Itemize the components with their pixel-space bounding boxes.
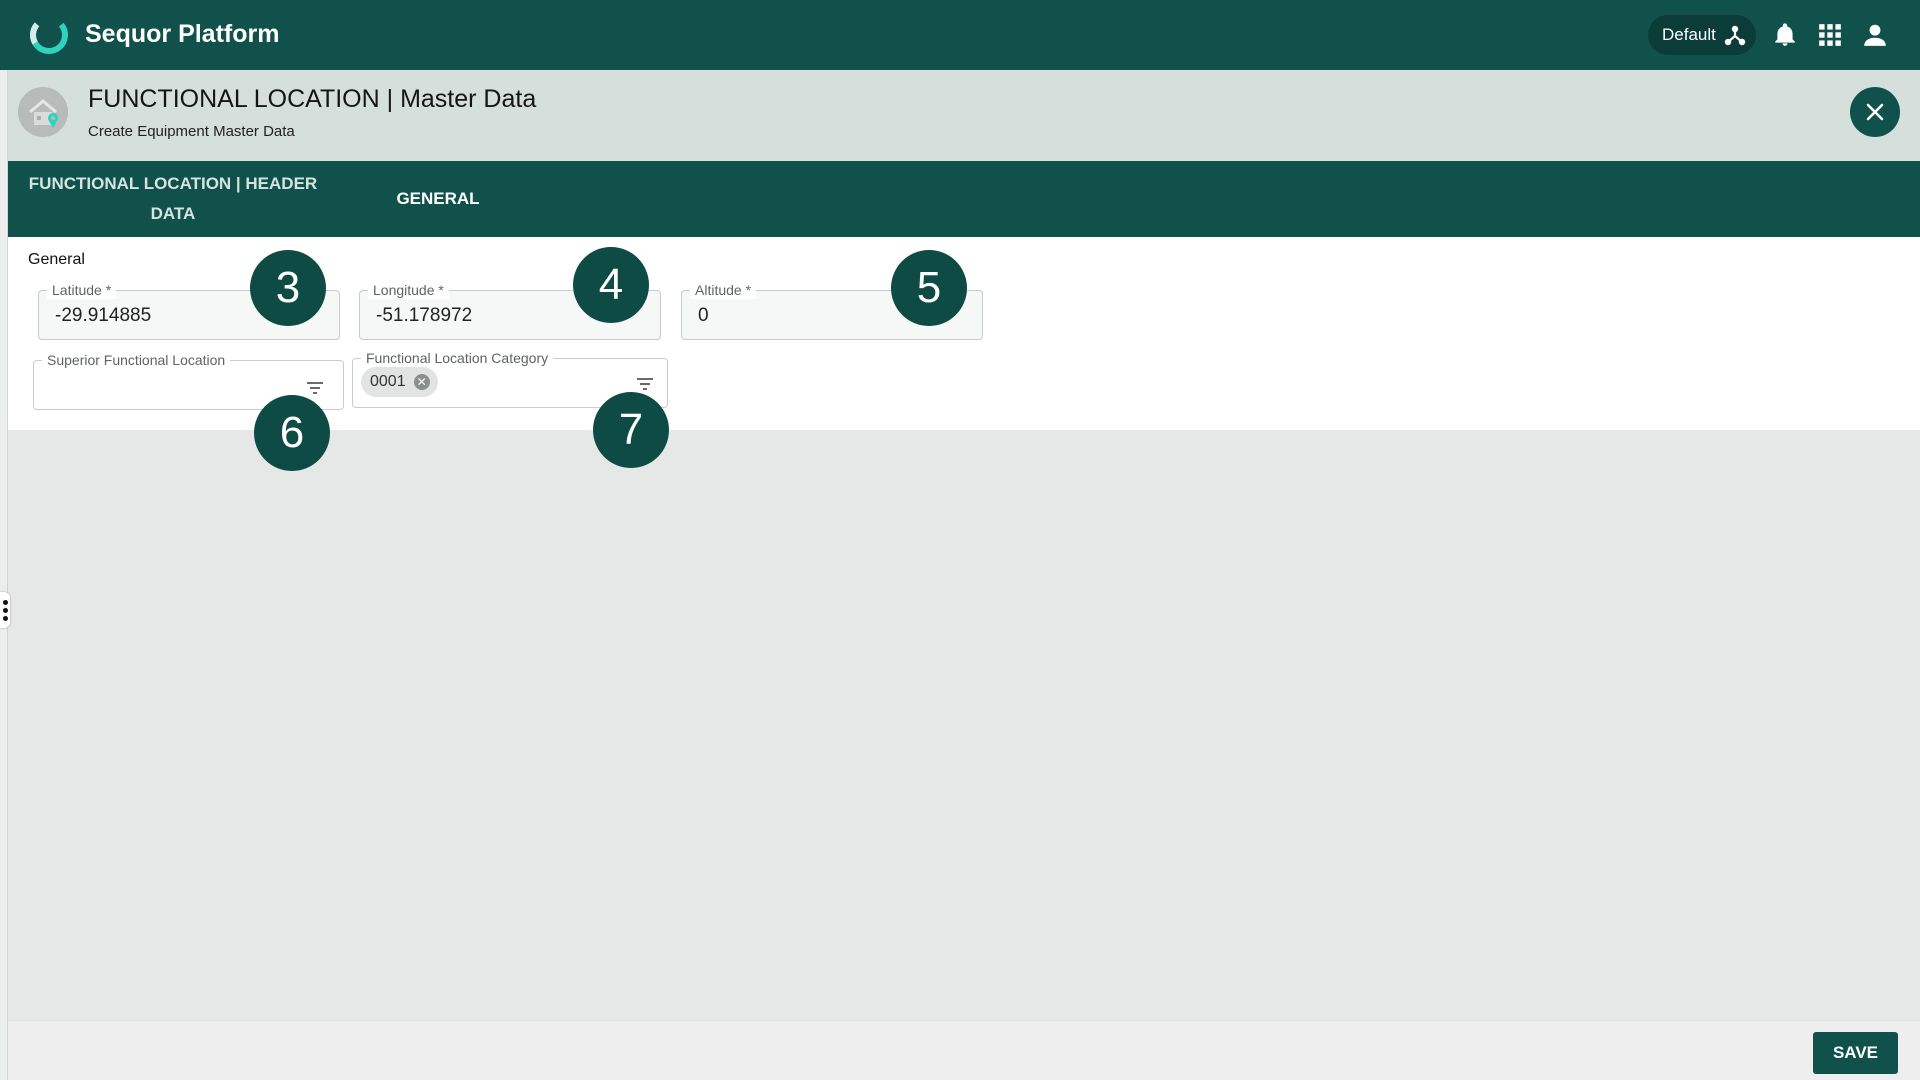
dot-icon (2, 599, 8, 605)
filter-icon[interactable] (636, 377, 654, 391)
network-icon (1724, 25, 1746, 46)
tab-bar: FUNCTIONAL LOCATION | HEADER DATA GENERA… (8, 161, 1920, 237)
category-chip-label: 0001 (370, 373, 406, 390)
page-header: FUNCTIONAL LOCATION | Master Data Create… (8, 70, 1920, 161)
dot-icon (2, 615, 8, 621)
sequor-logo-icon (30, 16, 68, 54)
dot-icon (2, 607, 8, 613)
latitude-label: Latitude * (47, 281, 117, 299)
altitude-label: Altitude * (690, 281, 757, 299)
close-button[interactable] (1850, 87, 1900, 137)
apps-grid-icon[interactable] (1817, 22, 1843, 48)
callout-badge: 6 (254, 395, 330, 471)
notifications-bell-icon[interactable] (1772, 22, 1798, 48)
environment-label: Default (1662, 25, 1716, 44)
callout-badge: 4 (573, 247, 649, 323)
tab-general[interactable]: GENERAL (388, 184, 488, 214)
save-button[interactable]: SAVE (1813, 1032, 1898, 1074)
callout-badge: 3 (250, 250, 326, 326)
altitude-value: 0 (698, 305, 709, 326)
longitude-label: Longitude * (368, 281, 449, 299)
callout-badge: 7 (593, 392, 669, 468)
functional-location-category-label: Functional Location Category (361, 349, 554, 367)
filter-icon[interactable] (306, 381, 324, 395)
location-house-icon (18, 87, 68, 137)
close-icon (1866, 103, 1884, 121)
callout-badge: 5 (891, 250, 967, 326)
app-name: Sequor Platform (85, 20, 280, 48)
superior-functional-location-label: Superior Functional Location (42, 351, 231, 369)
top-app-bar: Sequor Platform Default (0, 0, 1920, 70)
category-chip[interactable]: 0001 ✕ (361, 367, 438, 397)
user-account-icon[interactable] (1862, 22, 1888, 48)
latitude-value: -29.914885 (55, 305, 152, 326)
longitude-value: -51.178972 (376, 305, 473, 326)
page-subtitle: Create Equipment Master Data (88, 123, 295, 140)
tab-functional-location-header-data[interactable]: FUNCTIONAL LOCATION | HEADER DATA (28, 169, 318, 229)
footer-bar: SAVE (8, 1020, 1920, 1080)
side-panel-toggle-handle[interactable] (0, 592, 10, 628)
section-title: General (28, 251, 85, 268)
chip-remove-icon[interactable]: ✕ (413, 374, 430, 390)
page-title: FUNCTIONAL LOCATION | Master Data (88, 85, 537, 113)
left-side-rail (0, 70, 8, 1080)
environment-selector[interactable]: Default (1648, 15, 1756, 55)
